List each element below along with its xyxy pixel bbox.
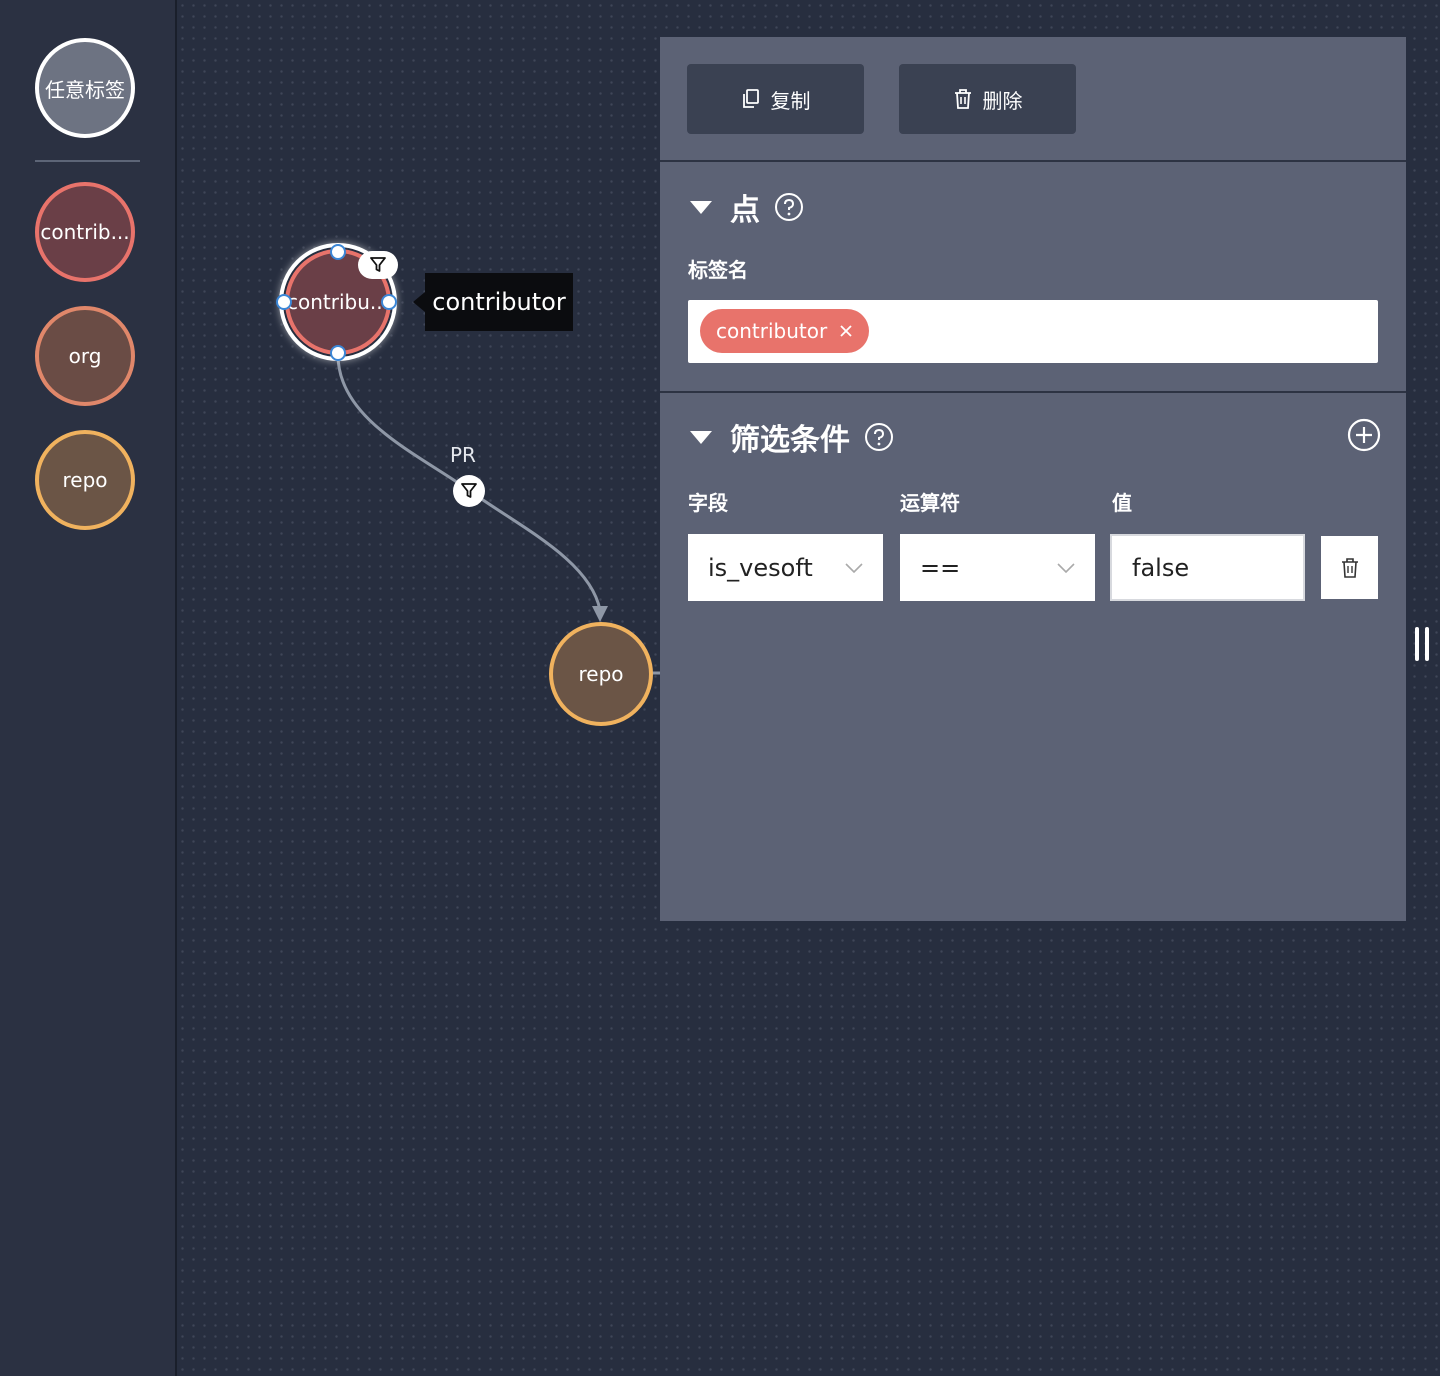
trash-icon bbox=[954, 89, 971, 109]
operator-select-value: == bbox=[920, 553, 961, 582]
value-column-label: 值 bbox=[1112, 491, 1132, 515]
operator-column-label: 运算符 bbox=[900, 491, 960, 515]
graph-node-label: repo bbox=[578, 662, 624, 686]
resize-bar bbox=[1415, 627, 1419, 661]
edge-arrowhead bbox=[592, 606, 608, 622]
graph-node-label: contribu... bbox=[287, 290, 389, 314]
node-handle-top[interactable] bbox=[330, 244, 346, 260]
graph-node-repo[interactable]: repo bbox=[549, 622, 653, 726]
field-select-value: is_vesoft bbox=[708, 553, 813, 582]
properties-panel: 复制 删除 点 标签名 contributor 筛选条件 字段 运算符 值 is… bbox=[660, 37, 1406, 921]
delete-button[interactable]: 删除 bbox=[899, 64, 1076, 134]
delete-filter-button[interactable] bbox=[1321, 536, 1378, 599]
help-icon[interactable] bbox=[774, 192, 804, 222]
node-tooltip: contributor bbox=[425, 273, 573, 331]
chevron-down-icon bbox=[845, 562, 863, 573]
chevron-down-icon bbox=[1057, 562, 1075, 573]
copy-button[interactable]: 复制 bbox=[687, 64, 864, 134]
help-icon[interactable] bbox=[864, 422, 894, 452]
collapse-triangle-icon bbox=[690, 430, 712, 444]
edge-label: PR bbox=[450, 443, 476, 467]
vertex-section-header[interactable]: 点 bbox=[690, 185, 804, 229]
resize-bar bbox=[1425, 627, 1429, 661]
field-column-label: 字段 bbox=[688, 491, 728, 515]
tag-select[interactable]: contributor bbox=[688, 300, 1378, 363]
node-handle-bottom[interactable] bbox=[330, 345, 346, 361]
operator-select[interactable]: == bbox=[900, 534, 1095, 601]
add-circle-icon[interactable] bbox=[1347, 418, 1381, 452]
field-select[interactable]: is_vesoft bbox=[688, 534, 883, 601]
divider bbox=[660, 391, 1406, 393]
node-handle-right[interactable] bbox=[381, 294, 397, 310]
tag-chip-label: contributor bbox=[716, 319, 828, 343]
trash-icon bbox=[1341, 557, 1358, 578]
edge-filter-badge[interactable] bbox=[453, 475, 485, 507]
filter-icon bbox=[370, 257, 386, 272]
tag-name-label: 标签名 bbox=[688, 258, 748, 282]
tooltip-arrow bbox=[413, 292, 425, 312]
tag-chip: contributor bbox=[700, 309, 870, 353]
close-icon[interactable] bbox=[839, 324, 853, 338]
filter-section-header[interactable]: 筛选条件 bbox=[690, 415, 894, 459]
delete-button-label: 删除 bbox=[982, 88, 1023, 113]
node-filter-badge[interactable] bbox=[358, 251, 398, 279]
filter-section-title: 筛选条件 bbox=[730, 423, 850, 458]
collapse-triangle-icon bbox=[690, 200, 712, 214]
copy-button-label: 复制 bbox=[770, 88, 811, 113]
vertex-section-title: 点 bbox=[730, 193, 760, 228]
panel-resize-handle[interactable] bbox=[1415, 627, 1433, 661]
filter-icon bbox=[461, 483, 477, 498]
copy-icon bbox=[742, 89, 759, 108]
node-handle-left[interactable] bbox=[276, 294, 292, 310]
value-input[interactable]: false bbox=[1110, 534, 1305, 601]
divider bbox=[660, 160, 1406, 162]
